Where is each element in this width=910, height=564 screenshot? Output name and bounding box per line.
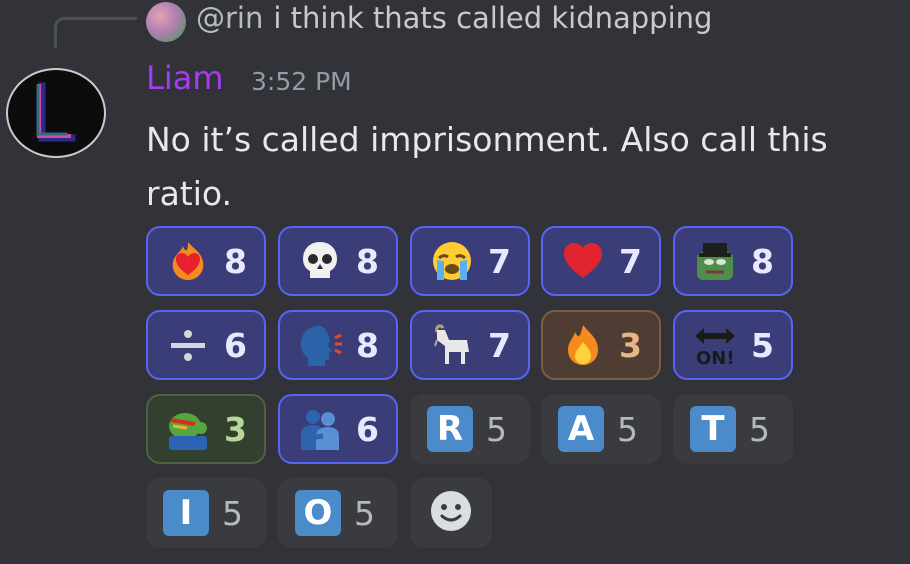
- goat-icon: [428, 321, 476, 369]
- reaction-count: 7: [488, 241, 511, 281]
- letter-a-icon: A: [557, 405, 605, 453]
- reaction-count: 8: [356, 241, 379, 281]
- reaction-speaking-head[interactable]: 8: [278, 310, 398, 380]
- reaction-letter-i[interactable]: I 5: [146, 478, 266, 548]
- letter-i-icon: I: [162, 489, 210, 537]
- reaction-goat[interactable]: 7: [410, 310, 530, 380]
- reaction-fire[interactable]: 3: [541, 310, 661, 380]
- divide-icon: [164, 321, 212, 369]
- reaction-count: 6: [224, 325, 247, 365]
- smiley-face-icon: [429, 489, 473, 537]
- reaction-crying-face[interactable]: 7: [410, 226, 530, 296]
- reaction-count: 7: [619, 241, 642, 281]
- reaction-count: 5: [222, 493, 243, 533]
- reaction-people-hugging[interactable]: 6: [278, 394, 398, 464]
- reply-preview[interactable]: @rin i think thats called kidnapping: [196, 1, 712, 35]
- reaction-letter-r[interactable]: R 5: [410, 394, 530, 464]
- reaction-count: 3: [224, 409, 247, 449]
- reaction-count: 7: [488, 325, 511, 365]
- reaction-divide[interactable]: 6: [146, 310, 266, 380]
- reaction-count: 5: [751, 325, 774, 365]
- pepe-tophat-icon: [691, 237, 739, 285]
- letter-r-icon: R: [426, 405, 474, 453]
- reaction-count: 8: [224, 241, 247, 281]
- reaction-pepe-angry[interactable]: 3: [146, 394, 266, 464]
- pepe-angry-icon: [164, 405, 212, 453]
- reaction-count: 5: [486, 409, 507, 449]
- reaction-count: 3: [619, 325, 642, 365]
- reaction-on-arrow[interactable]: ON! 5: [673, 310, 793, 380]
- message-content: No it’s called imprisonment. Also call t…: [146, 120, 828, 213]
- reaction-skull[interactable]: 8: [278, 226, 398, 296]
- red-heart-icon: [559, 237, 607, 285]
- reply-avatar[interactable]: [146, 2, 186, 42]
- skull-icon: [296, 237, 344, 285]
- on-arrow-icon: ON!: [691, 321, 739, 369]
- reaction-letter-t[interactable]: T 5: [673, 394, 793, 464]
- reply-mention[interactable]: @rin: [196, 1, 263, 35]
- author-avatar[interactable]: [6, 68, 106, 158]
- letter-o-icon: O: [294, 489, 342, 537]
- reaction-heart-on-fire[interactable]: 8: [146, 226, 266, 296]
- reaction-pepe-tophat[interactable]: 8: [673, 226, 793, 296]
- message-timestamp: 3:52 PM: [251, 67, 352, 96]
- speaking-head-icon: [296, 321, 344, 369]
- people-hugging-icon: [296, 405, 344, 453]
- reaction-count: 5: [617, 409, 638, 449]
- letter-t-icon: T: [689, 405, 737, 453]
- reaction-letter-o[interactable]: O 5: [278, 478, 398, 548]
- reaction-count: 8: [751, 241, 774, 281]
- fire-icon: [559, 321, 607, 369]
- reaction-count: 5: [749, 409, 770, 449]
- reaction-letter-a[interactable]: A 5: [541, 394, 661, 464]
- heart-on-fire-icon: [164, 237, 212, 285]
- reaction-count: 8: [356, 325, 379, 365]
- crying-face-icon: [428, 237, 476, 285]
- reaction-count: 5: [354, 493, 375, 533]
- reply-text: i think thats called kidnapping: [273, 1, 713, 35]
- svg-text:ON!: ON!: [696, 348, 735, 368]
- add-reaction-button[interactable]: [410, 478, 492, 548]
- reaction-count: 6: [356, 409, 379, 449]
- reaction-red-heart[interactable]: 7: [541, 226, 661, 296]
- reply-connector: [54, 17, 137, 48]
- author-username[interactable]: Liam: [146, 59, 224, 97]
